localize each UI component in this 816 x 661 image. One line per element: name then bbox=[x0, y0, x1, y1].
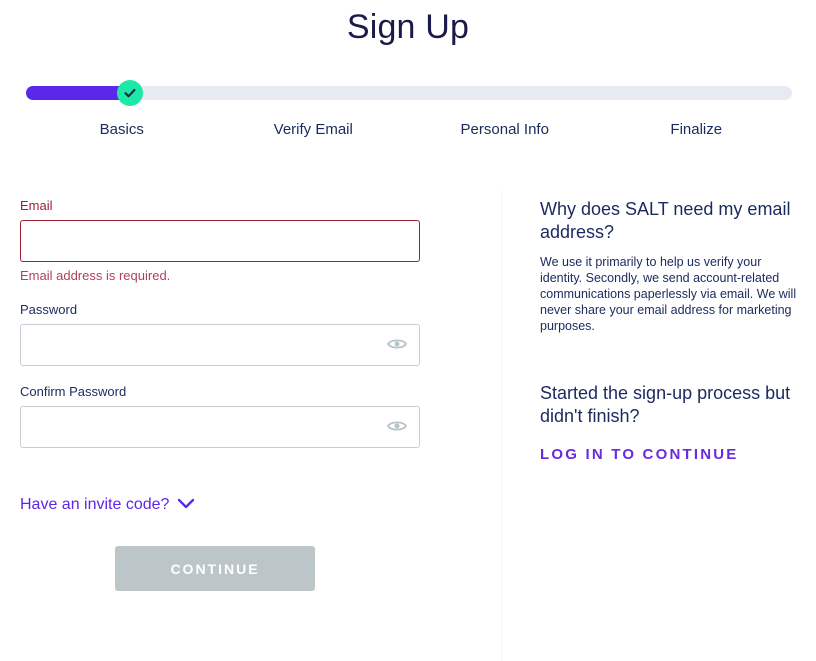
step-verify-email[interactable]: Verify Email bbox=[218, 121, 410, 138]
chevron-down-icon bbox=[177, 496, 195, 514]
password-field-group: Password bbox=[20, 302, 440, 366]
continue-button[interactable]: CONTINUE bbox=[115, 546, 315, 591]
resume-signup-heading: Started the sign-up process but didn't f… bbox=[540, 383, 791, 426]
confirm-password-visibility-toggle[interactable] bbox=[386, 416, 408, 438]
eye-icon bbox=[386, 419, 408, 436]
invite-code-toggle[interactable]: Have an invite code? bbox=[20, 496, 195, 514]
email-label: Email bbox=[20, 198, 53, 213]
email-help-body: We use it primarily to help us verify yo… bbox=[540, 255, 797, 333]
email-field-group: Email Email address is required. bbox=[20, 198, 440, 284]
signup-form: Email Email address is required. Passwor… bbox=[20, 198, 440, 591]
signup-stepper: Basics Verify Email Personal Info Finali… bbox=[0, 80, 816, 156]
email-input[interactable] bbox=[20, 220, 420, 262]
eye-icon bbox=[386, 337, 408, 354]
password-input[interactable] bbox=[20, 324, 420, 366]
progress-knob bbox=[117, 80, 143, 106]
confirm-password-input[interactable] bbox=[20, 406, 420, 448]
invite-code-label: Have an invite code? bbox=[20, 496, 170, 513]
column-divider bbox=[501, 190, 502, 661]
step-basics[interactable]: Basics bbox=[26, 121, 218, 138]
page-title: Sign Up bbox=[346, 8, 470, 46]
email-error-message: Email address is required. bbox=[20, 268, 171, 283]
side-info-panel: Why does SALT need my email address? We … bbox=[540, 198, 802, 464]
password-label: Password bbox=[20, 302, 78, 317]
step-labels: Basics Verify Email Personal Info Finali… bbox=[26, 121, 792, 138]
confirm-password-label: Confirm Password bbox=[20, 384, 127, 399]
confirm-password-field-group: Confirm Password bbox=[20, 384, 440, 448]
password-input-wrap bbox=[20, 324, 420, 366]
step-personal-info[interactable]: Personal Info bbox=[409, 121, 601, 138]
step-finalize[interactable]: Finalize bbox=[601, 121, 793, 138]
password-visibility-toggle[interactable] bbox=[386, 334, 408, 356]
progress-track bbox=[26, 80, 792, 106]
check-icon bbox=[123, 86, 137, 100]
email-input-wrap bbox=[20, 220, 420, 262]
log-in-to-continue-link[interactable]: LOG IN TO CONTINUE bbox=[540, 446, 739, 463]
email-help-heading: Why does SALT need my email address? bbox=[540, 199, 791, 242]
confirm-password-input-wrap bbox=[20, 406, 420, 448]
